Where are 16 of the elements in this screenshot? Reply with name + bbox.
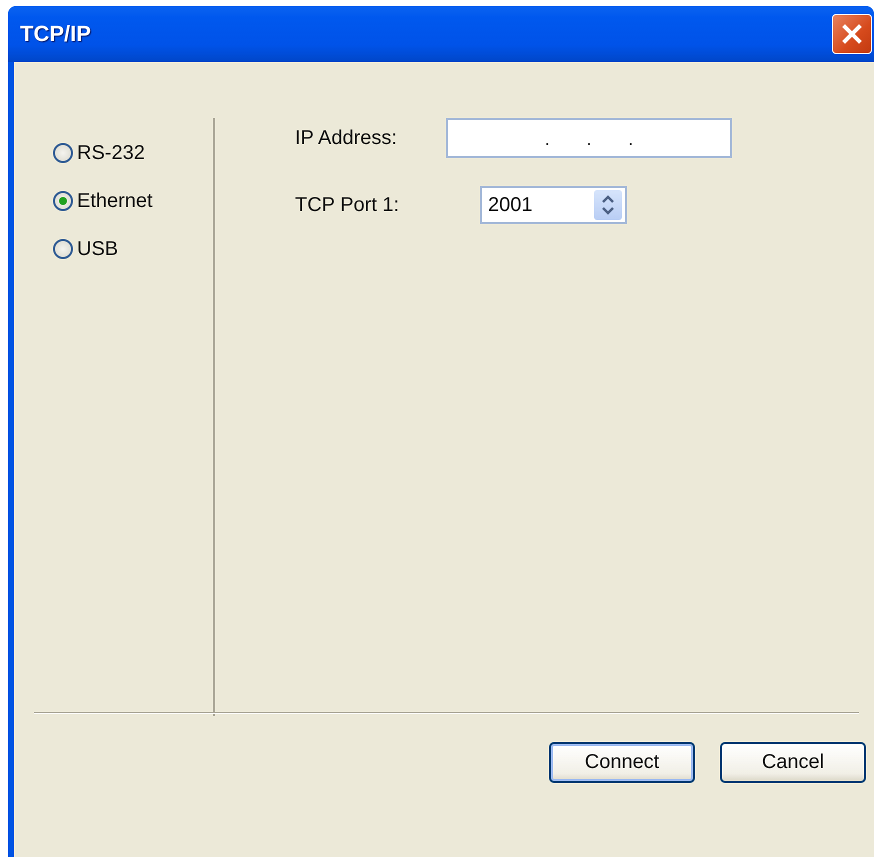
spin-arrows-icon[interactable] xyxy=(594,190,622,220)
radio-label[interactable]: RS-232 xyxy=(77,142,145,164)
radio-button[interactable] xyxy=(53,143,73,163)
radio-label[interactable]: USB xyxy=(77,238,118,260)
dialog-button[interactable]: Cancel xyxy=(720,742,866,783)
field-label: TCP Port 1: xyxy=(295,194,400,216)
close-button[interactable] xyxy=(832,14,872,54)
window-title: TCP/IP xyxy=(20,21,91,47)
field-label: IP Address: xyxy=(295,126,398,150)
radio-button[interactable] xyxy=(53,239,73,259)
radio-label[interactable]: Ethernet xyxy=(77,190,153,212)
port-spinner[interactable]: 2001 xyxy=(480,186,627,224)
dialog-button[interactable]: Connect xyxy=(549,742,695,783)
ip-address-field[interactable]: . . . xyxy=(446,118,732,158)
radio-button[interactable] xyxy=(53,191,73,211)
close-icon xyxy=(841,23,863,45)
